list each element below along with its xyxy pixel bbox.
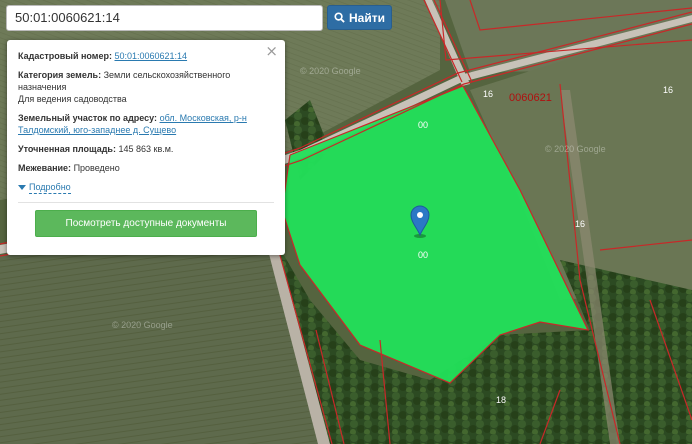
land-category-row: Категория земель: Земли сельскохозяйстве… [18,69,274,105]
area-value: 145 863 кв.м. [118,144,174,154]
parcel-label: 16 [483,89,493,99]
address-label: Земельный участок по адресу: [18,113,158,123]
cadastral-number-link[interactable]: 50:01:0060621:14 [114,51,187,61]
details-toggle[interactable]: Подробно [18,181,274,194]
parcel-label: 00 [418,120,428,130]
watermark: © 2020 Google [545,144,606,154]
cadastral-number-row: Кадастровый номер: 50:01:0060621:14 [18,50,274,62]
survey-label: Межевание: [18,163,72,173]
search-button[interactable]: Найти [327,5,392,30]
close-icon[interactable]: × [265,43,278,59]
land-use-value: Для ведения садоводства [18,94,127,104]
land-category-label: Категория земель: [18,70,102,80]
parcel-label: 16 [575,219,585,229]
parcel-label: 18 [496,395,506,405]
area-row: Уточненная площадь: 145 863 кв.м. [18,143,274,155]
details-label: Подробно [29,182,71,194]
watermark: © 2020 Google [112,320,173,330]
search-icon [334,12,345,23]
area-label: Уточненная площадь: [18,144,116,154]
caret-down-icon [18,185,26,190]
search-input[interactable]: 50:01:0060621:14 [6,5,323,31]
view-documents-button[interactable]: Посмотреть доступные документы [35,210,257,237]
parcel-info-popup: × Кадастровый номер: 50:01:0060621:14 Ка… [7,40,285,255]
divider [18,202,274,203]
cadastral-number-label: Кадастровый номер: [18,51,112,61]
parcel-label: 16 [663,85,673,95]
address-row: Земельный участок по адресу: обл. Москов… [18,112,274,136]
watermark: © 2020 Google [300,66,361,76]
block-number-label: 0060621 [509,92,552,104]
parcel-label: 00 [418,250,428,260]
survey-row: Межевание: Проведено [18,162,274,174]
search-button-label: Найти [349,10,385,25]
survey-value: Проведено [73,163,120,173]
